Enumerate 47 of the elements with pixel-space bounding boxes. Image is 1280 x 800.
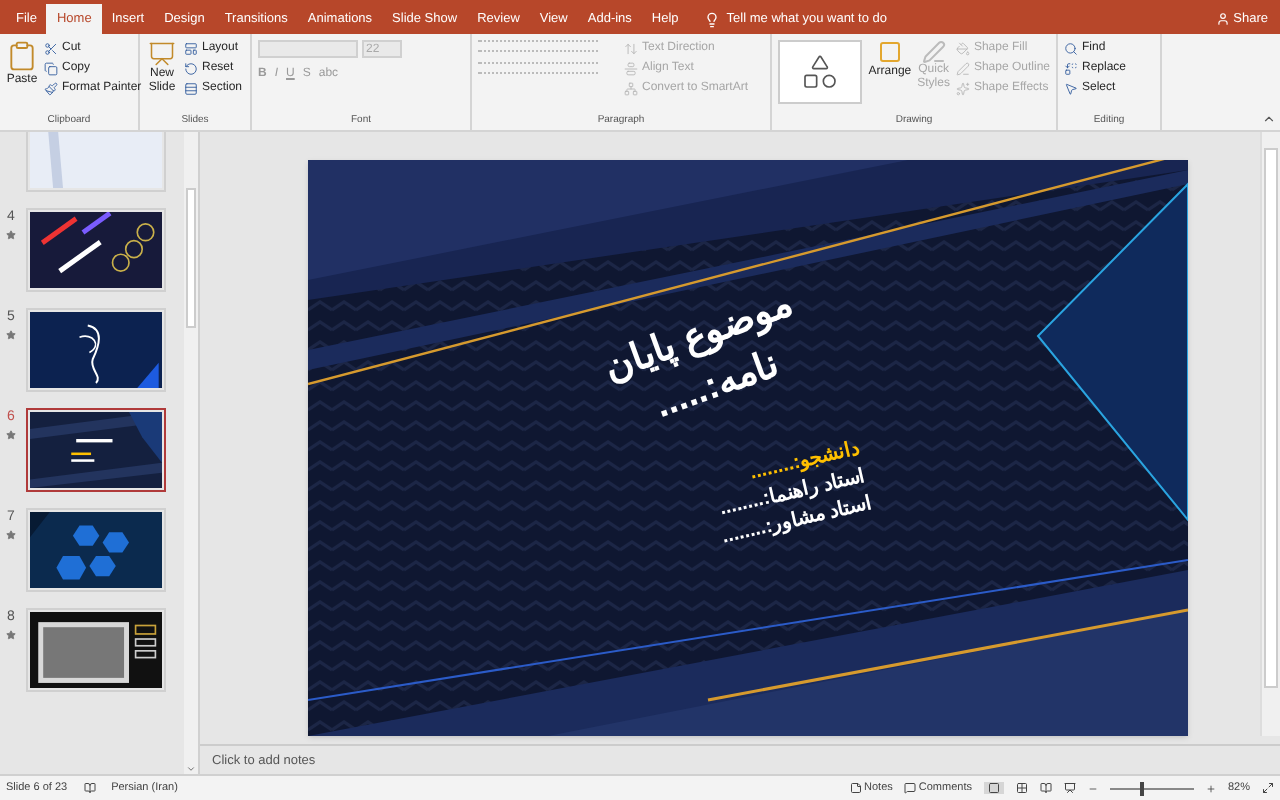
font-name-field[interactable] <box>258 40 358 58</box>
animation-star-icon <box>6 329 16 339</box>
square-icon <box>877 40 902 64</box>
slide-sorter-icon[interactable] <box>1015 782 1028 794</box>
note-icon <box>850 782 863 794</box>
clipboard-icon <box>6 40 38 72</box>
ribbon-icon <box>955 41 970 55</box>
scrollbar[interactable] <box>1260 132 1280 736</box>
ribbon-icon <box>955 61 970 75</box>
align-buttons-drawing <box>478 62 598 74</box>
ribbon-icon <box>624 41 638 55</box>
ribbon-icon <box>44 41 58 55</box>
ribbon-icon <box>955 81 970 95</box>
slideshow-icon[interactable] <box>1063 782 1076 794</box>
collapse-ribbon-icon[interactable] <box>1262 112 1276 126</box>
spelling-icon[interactable] <box>83 782 96 794</box>
comment-icon <box>904 782 917 794</box>
shapes-icon <box>800 52 841 92</box>
ribbon-icon <box>1064 81 1078 95</box>
normal-view-icon <box>987 782 1000 794</box>
ribbon-icon <box>1064 41 1078 55</box>
animation-star-icon <box>6 629 16 639</box>
animation-star-icon <box>6 229 16 239</box>
ribbon-icon <box>44 61 58 75</box>
slide-icon <box>148 40 176 68</box>
lightbulb-icon <box>704 11 721 27</box>
ribbon-icon <box>624 61 638 75</box>
pen-icon <box>921 40 946 64</box>
normal-view-button[interactable] <box>983 782 1004 794</box>
slide-title: موضوع پایان نامه:..... <box>597 281 801 432</box>
scrollbar[interactable] <box>184 132 198 774</box>
ribbon-icon <box>184 61 198 75</box>
shapes-gallery[interactable] <box>778 40 863 104</box>
animation-star-icon <box>6 429 16 439</box>
zoom-slider-thumb[interactable] <box>1140 781 1145 795</box>
scroll-down-icon[interactable] <box>186 764 196 774</box>
animation-star-icon <box>6 529 16 539</box>
reading-view-icon[interactable] <box>1039 782 1052 794</box>
ribbon-icon <box>184 41 198 55</box>
person-icon <box>1215 12 1230 26</box>
zoom-in-icon[interactable] <box>1205 783 1216 793</box>
ribbon-icon <box>624 81 638 95</box>
list-buttons-drawing <box>478 40 598 52</box>
ribbon-icon <box>44 81 58 95</box>
ribbon-icon <box>184 81 198 95</box>
slide-canvas[interactable]: موضوع پایان نامه:..... دانشجو:........ استاد راهنما:........ استاد مشاور:........ <box>308 160 1188 736</box>
slide-thumbnail[interactable] <box>26 408 166 492</box>
